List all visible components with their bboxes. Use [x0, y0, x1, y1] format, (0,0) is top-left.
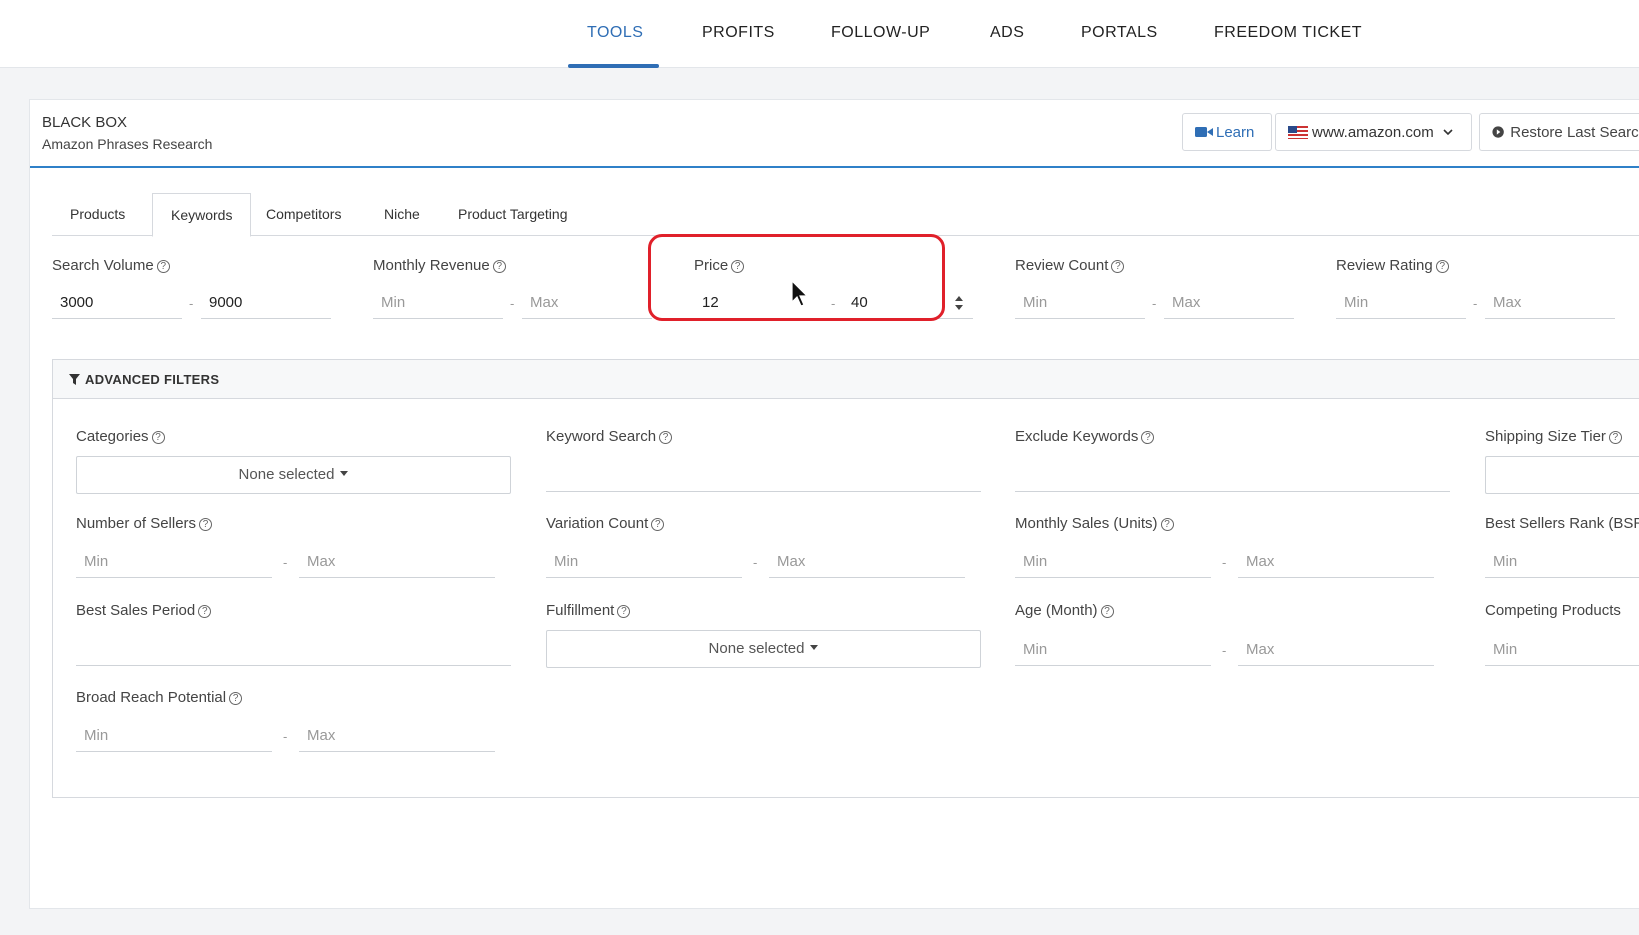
variation-count-label: Variation Count?	[546, 515, 665, 532]
exclude-keywords-input[interactable]	[1015, 460, 1450, 492]
bsr-min[interactable]: Min	[1485, 546, 1639, 578]
exclude-keywords-label: Exclude Keywords?	[1015, 428, 1155, 445]
review-count-min[interactable]: Min	[1015, 287, 1145, 319]
help-icon[interactable]: ?	[651, 518, 665, 531]
filter-tabs: Products Keywords Competitors Niche Prod…	[52, 193, 1639, 237]
monthly-sales-min[interactable]: Min	[1015, 546, 1211, 578]
monthly-revenue-label: Monthly Revenue?	[373, 257, 506, 274]
help-icon[interactable]: ?	[1141, 431, 1155, 444]
shipping-size-label: Shipping Size Tier?	[1485, 428, 1622, 445]
review-count-label: Review Count?	[1015, 257, 1125, 274]
help-icon[interactable]: ?	[156, 260, 170, 273]
nav-follow-up[interactable]: FOLLOW-UP	[831, 24, 930, 42]
best-sales-period-label: Best Sales Period?	[76, 602, 212, 619]
help-icon[interactable]: ?	[659, 431, 673, 444]
restore-icon	[1492, 126, 1504, 138]
help-icon[interactable]: ?	[1160, 518, 1174, 531]
advanced-filters-header[interactable]: ADVANCED FILTERS	[53, 360, 1639, 399]
age-min[interactable]: Min	[1015, 634, 1211, 666]
learn-button[interactable]: Learn	[1182, 113, 1272, 151]
help-icon[interactable]: ?	[198, 605, 212, 618]
tab-competitors[interactable]: Competitors	[248, 193, 359, 236]
chevron-down-icon	[1443, 129, 1453, 135]
top-nav: TOOLS PROFITS FOLLOW-UP ADS PORTALS FREE…	[0, 0, 1639, 68]
search-volume-min[interactable]: 3000	[52, 287, 182, 319]
num-sellers-min[interactable]: Min	[76, 546, 272, 578]
keyword-search-label: Keyword Search?	[546, 428, 673, 445]
monthly-revenue-min[interactable]: Min	[373, 287, 503, 319]
marketplace-label: www.amazon.com	[1312, 123, 1434, 141]
monthly-sales-max[interactable]: Max	[1238, 546, 1434, 578]
nav-active-indicator	[568, 64, 659, 68]
number-spinner-icon[interactable]	[954, 295, 964, 311]
page-title: BLACK BOX	[42, 114, 128, 131]
competing-products-label: Competing Products	[1485, 602, 1621, 619]
monthly-sales-label: Monthly Sales (Units)?	[1015, 515, 1174, 532]
help-icon[interactable]: ?	[1608, 431, 1622, 444]
review-rating-label: Review Rating?	[1336, 257, 1449, 274]
categories-select[interactable]: None selected	[76, 456, 511, 494]
search-volume-max[interactable]: 9000	[201, 287, 331, 319]
age-label: Age (Month)?	[1015, 602, 1114, 619]
learn-label: Learn	[1216, 123, 1255, 141]
search-volume-label: Search Volume?	[52, 257, 170, 274]
review-rating-max[interactable]: Max	[1485, 287, 1615, 319]
fulfillment-select[interactable]: None selected	[546, 630, 981, 668]
help-icon[interactable]: ?	[1100, 605, 1114, 618]
fulfillment-label: Fulfillment?	[546, 602, 631, 619]
caret-down-icon	[340, 471, 349, 476]
variation-count-min[interactable]: Min	[546, 546, 742, 578]
advanced-filters-panel: ADVANCED FILTERS	[52, 359, 1639, 798]
nav-freedom-ticket[interactable]: FREEDOM TICKET	[1214, 24, 1362, 42]
caret-down-icon	[810, 645, 819, 650]
help-icon[interactable]: ?	[199, 518, 213, 531]
tab-keywords[interactable]: Keywords	[152, 193, 252, 237]
best-sales-period-input[interactable]	[76, 634, 511, 666]
competing-products-min[interactable]: Min	[1485, 634, 1639, 666]
restore-label: Restore Last Search	[1510, 123, 1639, 141]
nav-tools[interactable]: TOOLS	[587, 24, 643, 42]
page-subtitle: Amazon Phrases Research	[42, 136, 213, 152]
filter-icon	[69, 374, 80, 385]
nav-profits[interactable]: PROFITS	[702, 24, 775, 42]
mouse-cursor-icon	[791, 280, 809, 307]
advanced-filters-title: ADVANCED FILTERS	[85, 372, 220, 387]
num-sellers-label: Number of Sellers?	[76, 515, 213, 532]
monthly-revenue-max[interactable]: Max	[522, 287, 652, 319]
help-icon[interactable]: ?	[1111, 260, 1125, 273]
tab-products[interactable]: Products	[52, 193, 143, 236]
nav-ads[interactable]: ADS	[990, 24, 1024, 42]
nav-portals[interactable]: PORTALS	[1081, 24, 1158, 42]
video-camera-icon	[1195, 127, 1213, 137]
bsr-label: Best Sellers Rank (BSR)	[1485, 515, 1639, 532]
review-rating-min[interactable]: Min	[1336, 287, 1466, 319]
tab-product-targeting[interactable]: Product Targeting	[440, 193, 585, 236]
tab-niche[interactable]: Niche	[366, 193, 438, 236]
num-sellers-max[interactable]: Max	[299, 546, 495, 578]
marketplace-select[interactable]: www.amazon.com	[1275, 113, 1472, 151]
shipping-size-select[interactable]	[1485, 456, 1639, 494]
restore-last-search-button[interactable]: Restore Last Search	[1479, 113, 1639, 151]
keyword-search-input[interactable]	[546, 460, 981, 492]
help-icon[interactable]: ?	[1435, 260, 1449, 273]
review-count-max[interactable]: Max	[1164, 287, 1294, 319]
panel-header: BLACK BOX Amazon Phrases Research Learn …	[30, 100, 1639, 168]
help-icon[interactable]: ?	[492, 260, 506, 273]
help-icon[interactable]: ?	[229, 692, 243, 705]
broad-reach-max[interactable]: Max	[299, 720, 495, 752]
help-icon[interactable]: ?	[617, 605, 631, 618]
categories-label: Categories?	[76, 428, 165, 445]
broad-reach-min[interactable]: Min	[76, 720, 272, 752]
age-max[interactable]: Max	[1238, 634, 1434, 666]
help-icon[interactable]: ?	[151, 431, 165, 444]
broad-reach-label: Broad Reach Potential?	[76, 689, 243, 706]
variation-count-max[interactable]: Max	[769, 546, 965, 578]
us-flag-icon	[1288, 125, 1308, 139]
